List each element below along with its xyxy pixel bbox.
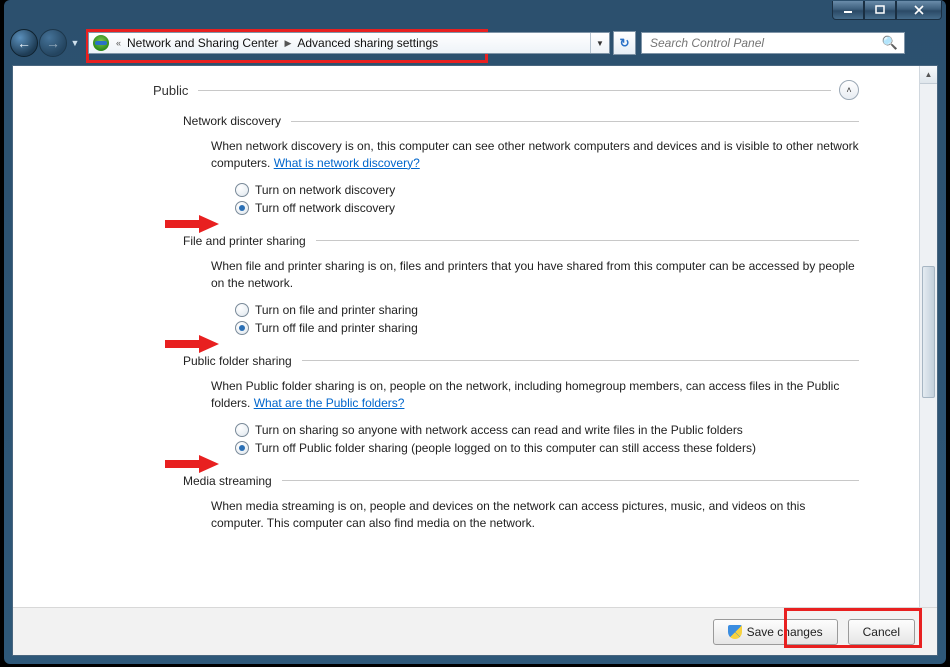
search-icon[interactable]: 🔍 bbox=[882, 35, 898, 51]
radio-label: Turn off network discovery bbox=[255, 200, 395, 216]
footer-bar: Save changes Cancel bbox=[13, 607, 937, 655]
back-button[interactable]: ← bbox=[10, 29, 38, 57]
scroll-thumb[interactable] bbox=[922, 266, 935, 398]
titlebar bbox=[4, 0, 946, 26]
button-label: Cancel bbox=[863, 625, 900, 639]
help-link-public-folders[interactable]: What are the Public folders? bbox=[254, 396, 405, 410]
radio-network-discovery-off[interactable]: Turn off network discovery bbox=[235, 200, 859, 216]
radio-icon bbox=[235, 321, 249, 335]
section-description: When file and printer sharing is on, fil… bbox=[211, 258, 859, 292]
section-title: Network discovery bbox=[183, 114, 281, 128]
section-title: File and printer sharing bbox=[183, 234, 306, 248]
section-media-streaming: Media streaming When media streaming is … bbox=[183, 474, 859, 532]
radio-icon bbox=[235, 201, 249, 215]
section-title: Media streaming bbox=[183, 474, 272, 488]
radio-label: Turn off file and printer sharing bbox=[255, 320, 418, 336]
radio-icon bbox=[235, 183, 249, 197]
section-network-discovery: Network discovery When network discovery… bbox=[183, 114, 859, 216]
profile-name: Public bbox=[153, 83, 188, 98]
profile-header: Public ˄ bbox=[153, 80, 859, 100]
refresh-icon: ↻ bbox=[619, 36, 629, 50]
address-bar[interactable]: « Network and Sharing Center ▶ Advanced … bbox=[88, 32, 610, 54]
address-dropdown[interactable]: ▼ bbox=[590, 33, 609, 53]
recent-pages-dropdown[interactable]: ▼ bbox=[68, 33, 82, 53]
radio-label: Turn off Public folder sharing (people l… bbox=[255, 440, 756, 456]
chevron-up-icon: ˄ bbox=[846, 85, 851, 95]
breadcrumb-parent[interactable]: Network and Sharing Center bbox=[124, 32, 281, 54]
radio-file-printer-off[interactable]: Turn off file and printer sharing bbox=[235, 320, 859, 336]
annotation-arrow-icon bbox=[165, 215, 219, 233]
section-description: When Public folder sharing is on, people… bbox=[211, 378, 859, 412]
section-file-printer-sharing: File and printer sharing When file and p… bbox=[183, 234, 859, 336]
search-input[interactable] bbox=[648, 35, 882, 51]
radio-label: Turn on sharing so anyone with network a… bbox=[255, 422, 743, 438]
arrow-right-icon: → bbox=[46, 36, 60, 50]
annotation-arrow-icon bbox=[165, 455, 219, 473]
radio-file-printer-on[interactable]: Turn on file and printer sharing bbox=[235, 302, 859, 318]
radio-public-folder-off[interactable]: Turn off Public folder sharing (people l… bbox=[235, 440, 859, 456]
forward-button[interactable]: → bbox=[39, 29, 67, 57]
button-label: Save changes bbox=[747, 625, 823, 639]
radio-icon bbox=[235, 441, 249, 455]
nav-arrows: ← → ▼ bbox=[10, 29, 82, 57]
shield-icon bbox=[728, 625, 742, 639]
collapse-button[interactable]: ˄ bbox=[839, 80, 859, 100]
content-pane: Public ˄ Network discovery When network … bbox=[13, 66, 919, 607]
navigation-row: ← → ▼ « Network and Sharing Center ▶ Adv… bbox=[4, 26, 946, 60]
section-public-folder-sharing: Public folder sharing When Public folder… bbox=[183, 354, 859, 456]
search-box[interactable]: 🔍 bbox=[641, 32, 905, 54]
refresh-button[interactable]: ↻ bbox=[613, 31, 636, 55]
minimize-button[interactable] bbox=[832, 1, 864, 20]
control-panel-icon bbox=[93, 35, 109, 51]
radio-network-discovery-on[interactable]: Turn on network discovery bbox=[235, 182, 859, 198]
client-area: Public ˄ Network discovery When network … bbox=[12, 65, 938, 656]
arrow-left-icon: ← bbox=[17, 36, 31, 50]
annotation-arrow-icon bbox=[165, 335, 219, 353]
section-description: When network discovery is on, this compu… bbox=[211, 138, 859, 172]
close-button[interactable] bbox=[896, 1, 942, 20]
radio-icon bbox=[235, 423, 249, 437]
vertical-scrollbar[interactable]: ▲ ▼ bbox=[919, 66, 937, 655]
section-description: When media streaming is on, people and d… bbox=[211, 498, 859, 532]
help-link-network-discovery[interactable]: What is network discovery? bbox=[274, 156, 420, 170]
cancel-button[interactable]: Cancel bbox=[848, 619, 915, 645]
scroll-up-button[interactable]: ▲ bbox=[920, 66, 937, 84]
window-controls bbox=[832, 1, 942, 20]
radio-label: Turn on network discovery bbox=[255, 182, 395, 198]
radio-label: Turn on file and printer sharing bbox=[255, 302, 418, 318]
save-changes-button[interactable]: Save changes bbox=[713, 619, 838, 645]
section-title: Public folder sharing bbox=[183, 354, 292, 368]
radio-public-folder-on[interactable]: Turn on sharing so anyone with network a… bbox=[235, 422, 859, 438]
radio-icon bbox=[235, 303, 249, 317]
breadcrumb-current[interactable]: Advanced sharing settings bbox=[294, 32, 441, 54]
maximize-button[interactable] bbox=[864, 1, 896, 20]
chevron-right-icon: ▶ bbox=[281, 38, 294, 49]
chevron-left-icon: « bbox=[113, 38, 124, 48]
control-panel-window: ← → ▼ « Network and Sharing Center ▶ Adv… bbox=[4, 0, 946, 664]
